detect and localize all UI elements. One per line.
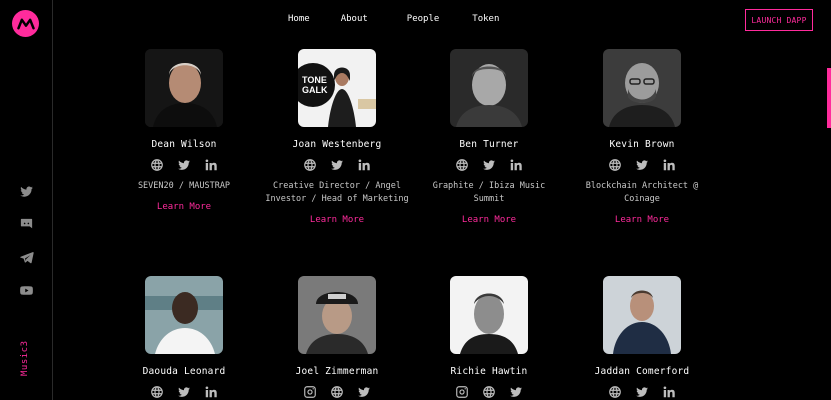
logo[interactable] xyxy=(12,10,39,37)
twitter-icon[interactable] xyxy=(482,157,497,172)
person-links xyxy=(108,157,260,172)
person-name: Dean Wilson xyxy=(151,139,217,150)
person-name: Jaddan Comerford xyxy=(594,366,690,377)
globe-icon[interactable] xyxy=(608,157,623,172)
avatar xyxy=(603,276,681,354)
learn-more-link[interactable]: Learn More xyxy=(310,215,364,225)
person-role: Graphite / Ibiza Music Summit xyxy=(432,181,546,204)
person-card: Ben Turner Graphite / Ibiza Music Summit… xyxy=(413,49,565,226)
learn-more-link[interactable]: Learn More xyxy=(462,215,516,225)
linkedin-icon[interactable] xyxy=(662,157,677,172)
telegram-icon[interactable] xyxy=(16,247,36,267)
logo-mark-icon xyxy=(16,18,35,29)
person-name: Joan Westenberg xyxy=(292,139,382,150)
person-name: Richie Hawtin xyxy=(450,366,528,377)
person-card: TONE GALK Joan Westenberg Creative Direc… xyxy=(261,49,413,226)
nav-about[interactable]: About xyxy=(341,14,368,24)
person-photo xyxy=(145,49,223,127)
globe-icon[interactable] xyxy=(455,157,470,172)
twitter-icon[interactable] xyxy=(177,384,192,399)
linkedin-icon[interactable] xyxy=(662,384,677,399)
person-role: SEVEN20 / MAUSTRAP xyxy=(137,181,231,191)
discord-icon[interactable] xyxy=(16,214,36,234)
scrollbar-thumb[interactable] xyxy=(827,68,831,128)
avatar xyxy=(450,276,528,354)
globe-icon[interactable] xyxy=(150,157,165,172)
person-links xyxy=(413,384,565,399)
nav-home[interactable]: Home xyxy=(288,14,310,24)
twitter-icon[interactable] xyxy=(635,384,650,399)
top-nav: Home About People Token xyxy=(288,14,499,24)
person-links xyxy=(261,384,413,399)
person-name: Daouda Leonard xyxy=(142,366,226,377)
person-role: Blockchain Architect @ Coinage xyxy=(585,181,699,204)
learn-more-link[interactable]: Learn More xyxy=(615,215,669,225)
twitter-icon[interactable] xyxy=(177,157,192,172)
svg-text:GALK: GALK xyxy=(302,85,328,95)
avatar xyxy=(298,276,376,354)
person-links xyxy=(261,157,413,172)
brand-vertical-label: Music3 xyxy=(20,340,30,376)
person-name: Kevin Brown xyxy=(609,139,675,150)
person-card: Daouda Leonard xyxy=(108,276,260,399)
person-card: Jaddan Comerford xyxy=(566,276,718,399)
launch-dapp-button[interactable]: LAUNCH DAPP xyxy=(745,9,813,31)
person-photo xyxy=(603,276,681,354)
person-photo xyxy=(450,49,528,127)
person-links xyxy=(566,157,718,172)
person-links xyxy=(413,157,565,172)
person-photo xyxy=(603,49,681,127)
person-photo: TONE GALK xyxy=(298,49,376,127)
globe-icon[interactable] xyxy=(150,384,165,399)
person-photo xyxy=(298,276,376,354)
person-photo xyxy=(450,276,528,354)
person-name: Ben Turner xyxy=(459,139,519,150)
sidebar: Music3 xyxy=(0,0,53,400)
instagram-icon[interactable] xyxy=(303,384,318,399)
globe-icon[interactable] xyxy=(330,384,345,399)
twitter-icon[interactable] xyxy=(330,157,345,172)
avatar: TONE GALK xyxy=(298,49,376,127)
person-card: Richie Hawtin xyxy=(413,276,565,399)
person-photo xyxy=(145,276,223,354)
nav-token[interactable]: Token xyxy=(472,14,499,24)
globe-icon[interactable] xyxy=(303,157,318,172)
linkedin-icon[interactable] xyxy=(204,157,219,172)
person-card: Joel Zimmerman xyxy=(261,276,413,399)
avatar xyxy=(145,276,223,354)
linkedin-icon[interactable] xyxy=(204,384,219,399)
person-links xyxy=(108,384,260,399)
globe-icon[interactable] xyxy=(608,384,623,399)
youtube-icon[interactable] xyxy=(16,280,36,300)
avatar xyxy=(450,49,528,127)
person-links xyxy=(566,384,718,399)
linkedin-icon[interactable] xyxy=(509,157,524,172)
avatar xyxy=(603,49,681,127)
avatar xyxy=(145,49,223,127)
nav-people[interactable]: People xyxy=(407,14,440,24)
person-card: Dean Wilson SEVEN20 / MAUSTRAP Learn Mor… xyxy=(108,49,260,213)
person-name: Joel Zimmerman xyxy=(295,366,379,377)
person-card: Kevin Brown Blockchain Architect @ Coina… xyxy=(566,49,718,226)
twitter-icon[interactable] xyxy=(635,157,650,172)
linkedin-icon[interactable] xyxy=(357,157,372,172)
twitter-icon[interactable] xyxy=(509,384,524,399)
instagram-icon[interactable] xyxy=(455,384,470,399)
svg-text:TONE: TONE xyxy=(302,75,327,85)
twitter-icon[interactable] xyxy=(357,384,372,399)
person-role: Creative Director / Angel Investor / Hea… xyxy=(265,181,409,204)
twitter-icon[interactable] xyxy=(16,181,36,201)
learn-more-link[interactable]: Learn More xyxy=(157,202,211,212)
globe-icon[interactable] xyxy=(482,384,497,399)
